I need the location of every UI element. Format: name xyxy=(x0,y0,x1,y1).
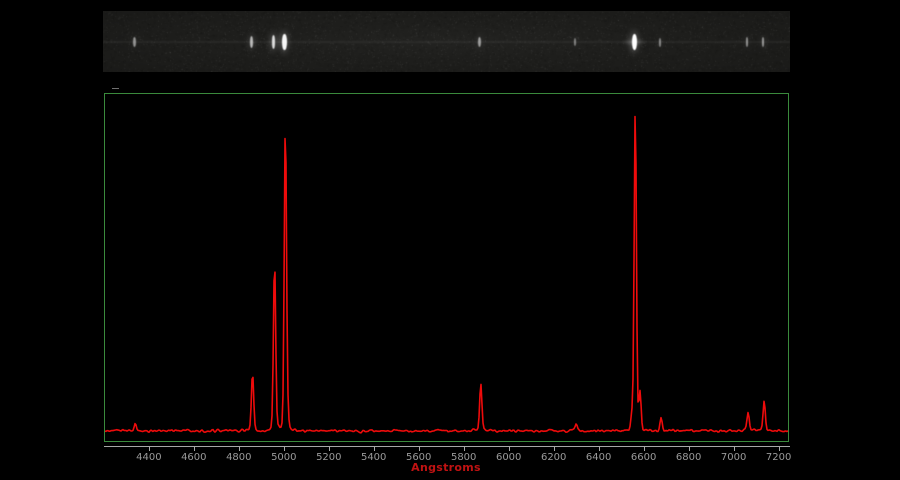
x-tick-label: 5000 xyxy=(271,452,296,463)
x-tick-label: 6200 xyxy=(541,452,566,463)
x-tick-label: 4600 xyxy=(181,452,206,463)
spectrum-line-plot xyxy=(105,94,788,441)
x-tick-label: 6400 xyxy=(586,452,611,463)
2d-spectrum-strip xyxy=(103,11,790,72)
x-tick-label: 4800 xyxy=(226,452,251,463)
x-tick xyxy=(464,447,465,451)
x-tick xyxy=(509,447,510,451)
emission-spot-core xyxy=(632,34,637,50)
x-tick xyxy=(239,447,240,451)
x-tick xyxy=(374,447,375,451)
x-tick xyxy=(149,447,150,451)
x-tick xyxy=(554,447,555,451)
x-tick-label: 7200 xyxy=(766,452,791,463)
x-tick-label: 5400 xyxy=(361,452,386,463)
x-tick xyxy=(194,447,195,451)
x-axis-label: Angstroms xyxy=(411,461,481,474)
x-tick xyxy=(329,447,330,451)
x-tick xyxy=(689,447,690,451)
x-tick xyxy=(734,447,735,451)
x-tick-label: 6600 xyxy=(631,452,656,463)
x-tick-label: 6000 xyxy=(496,452,521,463)
spectrum-plot-frame xyxy=(104,93,789,442)
emission-spot-core xyxy=(133,37,136,47)
cursor-dash-mark xyxy=(112,88,119,89)
x-tick xyxy=(419,447,420,451)
x-tick-label: 6800 xyxy=(676,452,701,463)
x-tick xyxy=(284,447,285,451)
x-axis-line xyxy=(104,446,790,447)
spectrum-viewer-window: { "strip_2d": { "background": "#1e1e1c",… xyxy=(0,0,900,480)
x-tick-label: 4400 xyxy=(136,452,161,463)
x-tick-label: 5200 xyxy=(316,452,341,463)
spectrum-trace xyxy=(105,117,788,433)
x-tick-label: 7000 xyxy=(721,452,746,463)
strip-continuum-line xyxy=(103,41,790,43)
emission-spot-core xyxy=(282,34,286,50)
x-tick xyxy=(779,447,780,451)
x-tick xyxy=(644,447,645,451)
x-tick xyxy=(599,447,600,451)
